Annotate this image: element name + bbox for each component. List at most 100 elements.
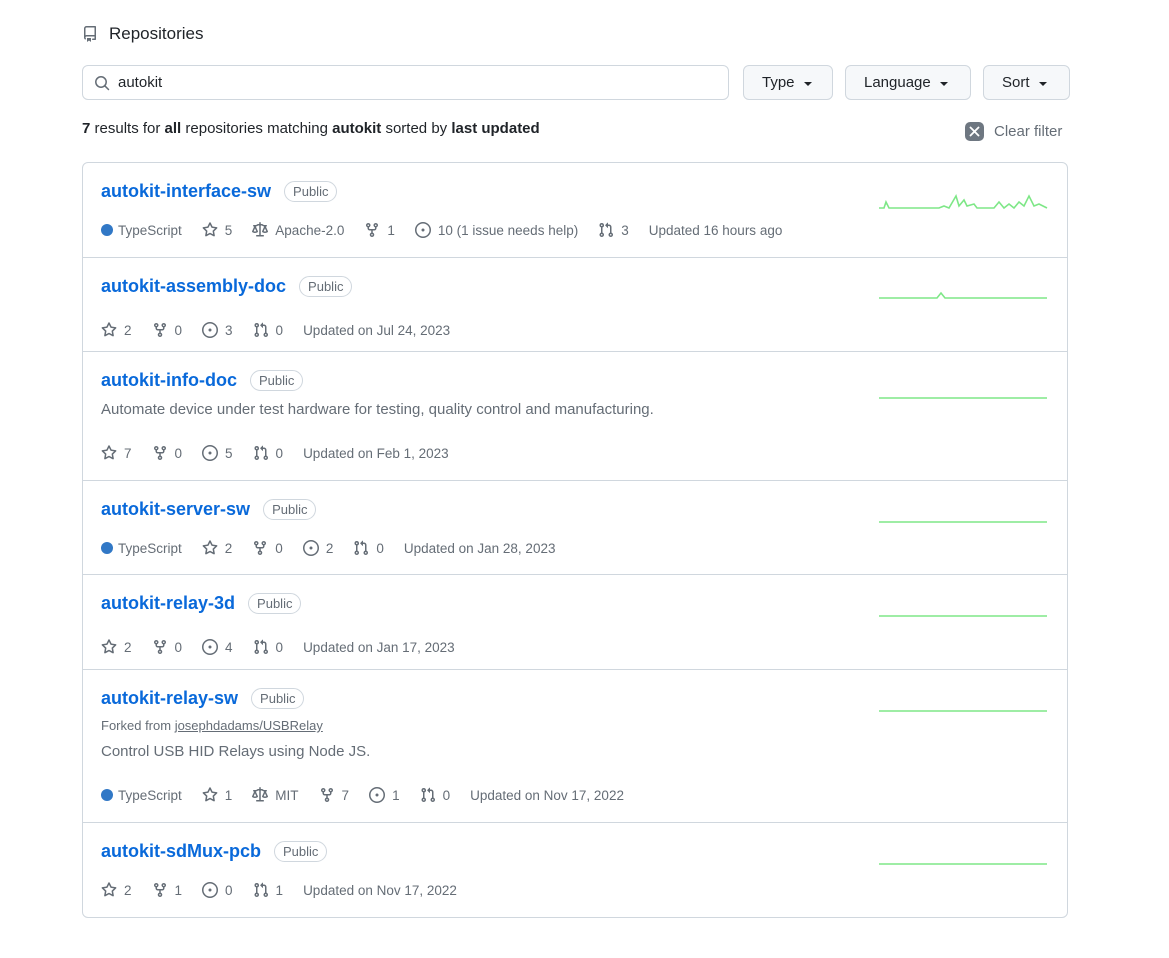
type-filter-button[interactable]: Type: [743, 65, 833, 100]
repo-forks[interactable]: 0: [152, 322, 183, 338]
repo-pull-requests[interactable]: 0: [353, 540, 384, 556]
repository-list: autokit-interface-sw Public TypeScript 5 Apa…: [82, 162, 1068, 918]
repo-issues-value: 5: [225, 445, 233, 461]
repo-forks-value: 0: [174, 322, 183, 338]
repo-issues-value: 10 (1 issue needs help): [437, 222, 579, 238]
repo-pull-requests-value: 0: [442, 787, 451, 803]
repo-forks[interactable]: 0: [252, 540, 283, 556]
visibility-badge: Public: [284, 181, 338, 202]
repo-forks[interactable]: 7: [319, 787, 349, 803]
repo-language: TypeScript: [101, 223, 182, 238]
language-filter-button[interactable]: Language: [845, 65, 971, 100]
pull-request-icon: [420, 787, 443, 803]
repo-stars[interactable]: 7: [101, 445, 132, 461]
repo-pull-requests-value: 0: [275, 322, 284, 338]
issue-icon: [202, 639, 225, 655]
repo-issues[interactable]: 0: [202, 882, 233, 898]
close-icon: [965, 122, 984, 141]
repo-forks[interactable]: 1: [364, 222, 395, 238]
repo-row: autokit-server-sw Public TypeScript 2 0 2 0 Upd…: [83, 481, 1067, 575]
repo-issues[interactable]: 5: [202, 445, 233, 461]
search-box[interactable]: [82, 65, 729, 100]
sparkline-path: [879, 194, 1048, 210]
repo-stars[interactable]: 2: [101, 322, 132, 338]
repo-issues-value: 2: [325, 540, 334, 556]
repo-issues[interactable]: 4: [202, 639, 233, 655]
repo-issues-value: 0: [225, 882, 233, 898]
repo-row: autokit-relay-3d Public 2 0 4 0 Updated on Jan…: [83, 575, 1067, 670]
fork-icon: [152, 639, 175, 655]
forked-from: Forked from josephdadams/USBRelay: [101, 718, 323, 733]
repo-name-link[interactable]: autokit-relay-3d: [101, 593, 235, 614]
search-icon: [94, 75, 110, 91]
activity-sparkline: [879, 521, 1047, 523]
repo-forks-value: 1: [174, 882, 183, 898]
repo-issues[interactable]: 2: [302, 540, 334, 556]
repo-pull-requests[interactable]: 0: [420, 787, 451, 803]
repo-pull-requests-value: 0: [275, 445, 284, 461]
repo-name-link[interactable]: autokit-interface-sw: [101, 181, 271, 202]
repo-stars[interactable]: 2: [202, 540, 233, 556]
search-input[interactable]: [118, 74, 698, 91]
visibility-badge: Public: [274, 841, 328, 862]
repo-license: Apache-2.0: [252, 222, 344, 238]
repo-stars-value: 2: [124, 639, 132, 655]
repo-name-link[interactable]: autokit-info-doc: [101, 370, 237, 391]
repo-issues[interactable]: 1: [369, 787, 400, 803]
repo-updated: Updated on Nov 17, 2022: [303, 882, 457, 898]
visibility-badge: Public: [251, 688, 305, 709]
repo-issues[interactable]: 10 (1 issue needs help): [414, 222, 579, 238]
summary-text: results for: [90, 120, 165, 137]
repo-stars[interactable]: 2: [101, 882, 132, 898]
repo-license-value: Apache-2.0: [275, 222, 345, 238]
repo-language: TypeScript: [101, 541, 182, 556]
repo-icon: [82, 26, 98, 42]
repositories-header: Repositories: [82, 22, 204, 46]
repo-stars-value: 2: [224, 540, 233, 556]
star-icon: [101, 639, 124, 655]
repo-issues[interactable]: 3: [202, 322, 233, 338]
repo-pull-requests[interactable]: 0: [253, 639, 283, 655]
repo-title-line: autokit-sdMux-pcb Public: [101, 841, 328, 862]
repo-language-value: TypeScript: [118, 540, 182, 556]
repo-name-link[interactable]: autokit-assembly-doc: [101, 276, 286, 297]
repo-forks[interactable]: 0: [152, 639, 183, 655]
repo-forks-value: 0: [174, 639, 183, 655]
pull-request-icon: [253, 639, 276, 655]
repo-forks-value: 0: [275, 540, 283, 556]
issue-icon: [414, 222, 438, 238]
repo-pull-requests-value: 0: [376, 540, 384, 556]
fork-icon: [152, 322, 175, 338]
issue-icon: [302, 540, 326, 556]
repo-name-link[interactable]: autokit-relay-sw: [101, 688, 238, 709]
repo-forks[interactable]: 1: [152, 882, 183, 898]
results-scope: all: [164, 120, 182, 137]
repo-stars[interactable]: 2: [101, 639, 132, 655]
caret-down-icon: [803, 81, 812, 86]
clear-filter-button[interactable]: Clear filter: [965, 122, 1062, 141]
repo-meta: TypeScript 1 MIT 7 1 0 Updated on Nov 17, 2022: [101, 787, 644, 803]
repo-name-link[interactable]: autokit-server-sw: [101, 499, 250, 520]
repo-updated: Updated 16 hours ago: [648, 222, 783, 238]
sort-button[interactable]: Sort: [983, 65, 1070, 100]
repo-pull-requests[interactable]: 3: [598, 222, 629, 238]
repo-title-line: autokit-assembly-doc Public: [101, 276, 353, 297]
repo-stars-value: 2: [124, 322, 132, 338]
repo-language-value: TypeScript: [118, 787, 182, 803]
law-icon: [252, 787, 275, 803]
forked-from-link[interactable]: josephdadams/USBRelay: [175, 718, 323, 733]
repo-pull-requests[interactable]: 1: [253, 882, 284, 898]
repo-name-link[interactable]: autokit-sdMux-pcb: [101, 841, 261, 862]
repo-issues-value: 1: [392, 787, 400, 803]
repo-row: autokit-interface-sw Public TypeScript 5 Apa…: [83, 163, 1067, 258]
repo-pull-requests-value: 1: [275, 882, 284, 898]
visibility-badge: Public: [249, 370, 304, 391]
repo-title-line: autokit-relay-3d Public: [101, 593, 302, 614]
repo-forks[interactable]: 0: [152, 445, 182, 461]
repo-stars-value: 1: [224, 787, 233, 803]
repo-pull-requests[interactable]: 0: [253, 445, 284, 461]
repo-stars[interactable]: 1: [202, 787, 233, 803]
repo-forks-value: 1: [387, 222, 395, 238]
repo-stars[interactable]: 5: [202, 222, 232, 238]
repo-pull-requests[interactable]: 0: [253, 322, 284, 338]
